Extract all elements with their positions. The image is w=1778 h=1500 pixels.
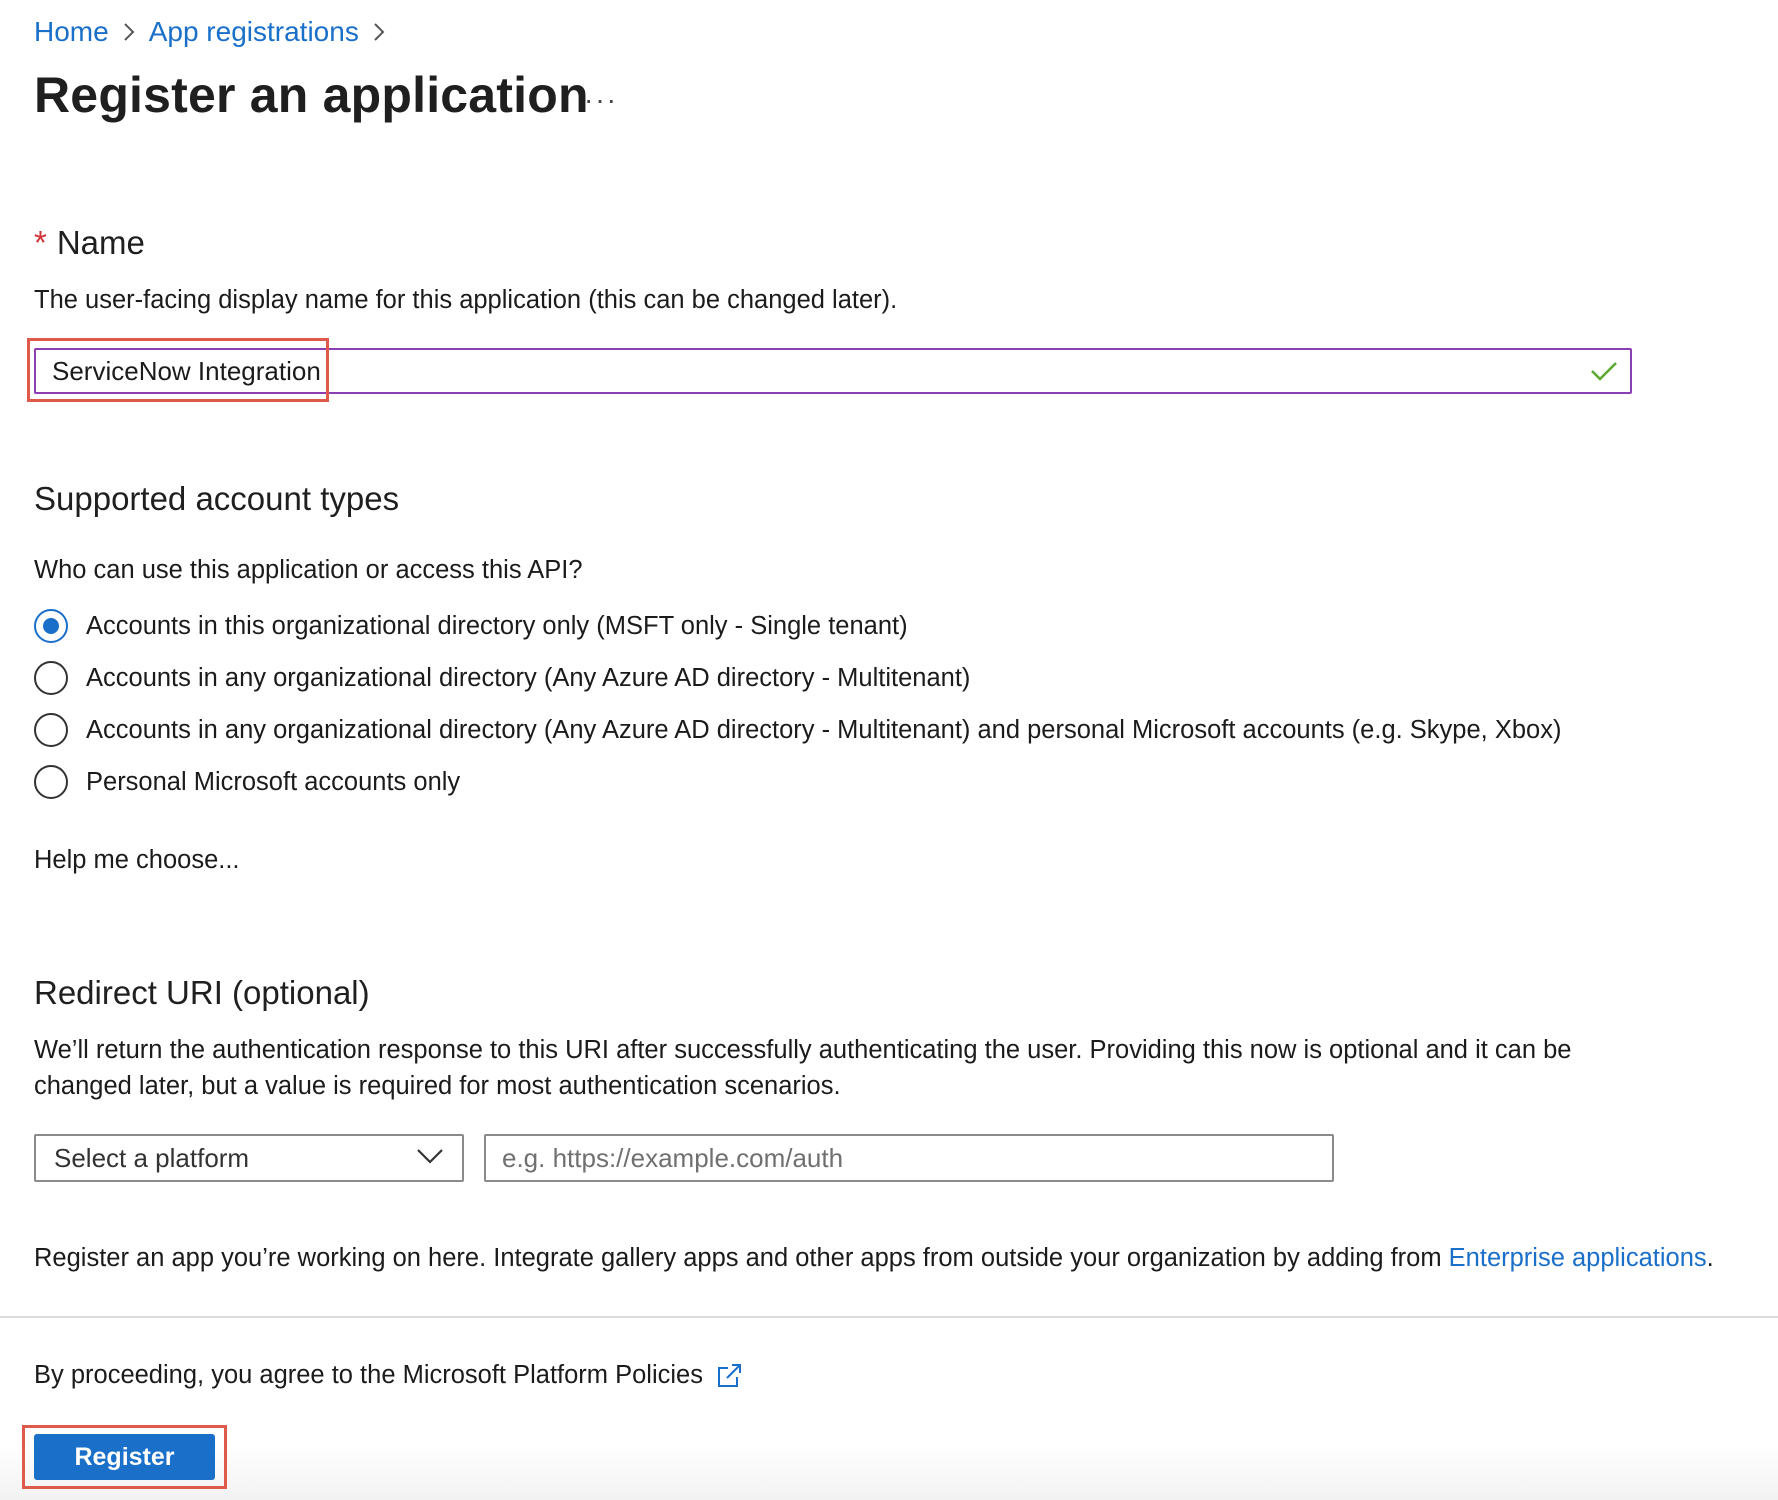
chevron-down-icon: [416, 1147, 444, 1170]
breadcrumb: Home App registrations: [34, 14, 399, 50]
redirect-uri-input-container: [484, 1134, 1334, 1182]
radio-label: Personal Microsoft accounts only: [86, 767, 461, 796]
radio-button[interactable]: [34, 661, 68, 695]
account-type-option-multitenant[interactable]: Accounts in any organizational directory…: [34, 658, 970, 698]
register-button[interactable]: Register: [34, 1434, 215, 1480]
breadcrumb-app-registrations-link[interactable]: App registrations: [149, 16, 359, 48]
required-marker: *: [34, 224, 47, 261]
help-me-choose-link[interactable]: Help me choose...: [34, 846, 240, 875]
radio-button[interactable]: [34, 713, 68, 747]
account-type-option-single-tenant[interactable]: Accounts in this organizational director…: [34, 606, 908, 646]
account-types-heading: Supported account types: [34, 480, 400, 517]
name-description: The user-facing display name for this ap…: [34, 286, 898, 314]
radio-button-selected[interactable]: [34, 609, 68, 643]
account-type-option-personal-only[interactable]: Personal Microsoft accounts only: [34, 762, 460, 802]
checkmark-icon: [1590, 356, 1620, 386]
radio-label: Accounts in any organizational directory…: [86, 663, 971, 692]
chevron-right-icon: [359, 21, 399, 43]
page-title: Register an application: [34, 67, 589, 123]
redirect-uri-description-line1: We’ll return the authentication response…: [34, 1036, 1572, 1064]
platform-select-value: Select a platform: [54, 1142, 250, 1173]
breadcrumb-home-link[interactable]: Home: [34, 16, 109, 48]
chevron-right-icon: [109, 21, 149, 43]
enterprise-applications-link[interactable]: Enterprise applications: [1449, 1244, 1707, 1272]
platform-policies-link[interactable]: By proceeding, you agree to the Microsof…: [34, 1361, 743, 1390]
name-input[interactable]: [36, 351, 1590, 391]
account-types-question: Who can use this application or access t…: [34, 556, 583, 584]
more-options-icon[interactable]: ···: [584, 84, 618, 116]
platform-select[interactable]: Select a platform: [34, 1134, 464, 1182]
name-input-container: [34, 348, 1632, 394]
redirect-uri-input[interactable]: [486, 1142, 1332, 1174]
radio-label: Accounts in any organizational directory…: [86, 715, 1562, 744]
radio-label: Accounts in this organizational director…: [86, 611, 908, 640]
redirect-uri-description-line2: changed later, but a value is required f…: [34, 1072, 841, 1100]
footer-bar: [0, 1318, 1778, 1500]
redirect-uri-heading: Redirect URI (optional): [34, 974, 370, 1011]
footer-divider: [0, 1316, 1778, 1318]
name-label: * Name: [34, 224, 145, 261]
external-link-icon: [715, 1362, 743, 1390]
enterprise-info-text: Register an app you’re working on here. …: [34, 1244, 1714, 1272]
account-type-option-multitenant-personal[interactable]: Accounts in any organizational directory…: [34, 710, 1561, 750]
radio-button[interactable]: [34, 765, 68, 799]
